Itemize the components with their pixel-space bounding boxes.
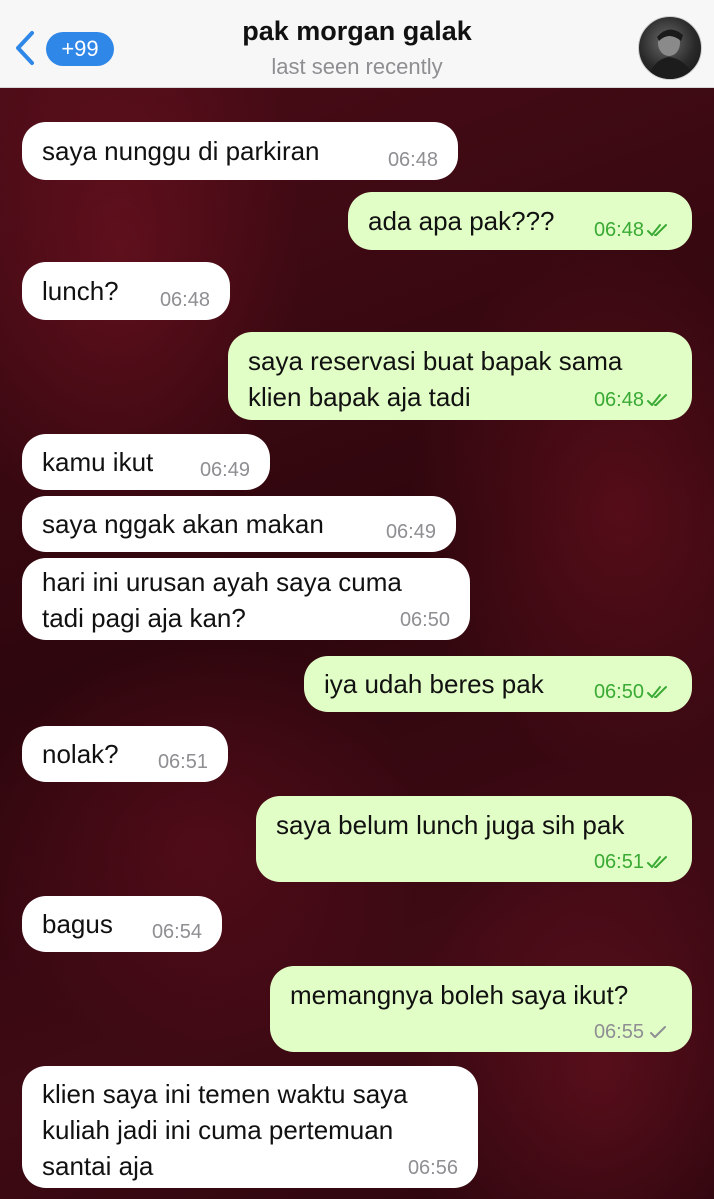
- message-time: 06:50: [594, 680, 672, 704]
- message-bubble-incoming[interactable]: saya nggak akan makan 06:49: [22, 496, 456, 552]
- message-time: 06:50: [399, 609, 450, 631]
- message-bubble-outgoing[interactable]: saya reservasi buat bapak sama klien bap…: [228, 332, 692, 420]
- unread-count-badge[interactable]: +99: [46, 32, 114, 66]
- message-time: 06:51: [594, 850, 672, 874]
- message-time: 06:48: [594, 218, 672, 242]
- message-bubble-incoming[interactable]: kamu ikut 06:49: [22, 434, 270, 490]
- message-time: 06:49: [385, 521, 436, 543]
- chat-title-area[interactable]: pak morgan galak last seen recently: [150, 14, 564, 82]
- back-button[interactable]: [10, 28, 40, 68]
- message-time: 06:48: [387, 149, 438, 171]
- message-time: 06:56: [407, 1157, 458, 1179]
- message-time: 06:55: [594, 1020, 672, 1044]
- message-bubble-incoming[interactable]: saya nunggu di parkiran 06:48: [22, 122, 458, 180]
- contact-name: pak morgan galak: [242, 16, 472, 46]
- avatar-image: [647, 29, 695, 79]
- message-bubble-incoming[interactable]: nolak? 06:51: [22, 726, 228, 782]
- single-check-icon: [650, 1026, 666, 1038]
- message-bubble-incoming[interactable]: bagus 06:54: [22, 896, 222, 952]
- message-bubble-outgoing[interactable]: saya belum lunch juga sih pak 06:51: [256, 796, 692, 882]
- double-check-icon: [647, 224, 667, 236]
- message-list[interactable]: saya nunggu di parkiran 06:48 ada apa pa…: [0, 88, 714, 1199]
- message-text: saya nunggu di parkiran: [42, 136, 320, 166]
- message-text: klien saya ini temen waktu saya kuliah j…: [42, 1079, 408, 1181]
- contact-status: last seen recently: [271, 54, 443, 79]
- message-text: saya belum lunch juga sih pak: [276, 810, 625, 840]
- message-text: hari ini urusan ayah saya cuma tadi pagi…: [42, 567, 402, 633]
- message-bubble-incoming[interactable]: klien saya ini temen waktu saya kuliah j…: [22, 1066, 478, 1188]
- message-time: 06:49: [199, 459, 250, 481]
- chat-header: +99 pak morgan galak last seen recently: [0, 0, 714, 88]
- double-check-icon: [647, 856, 667, 868]
- chevron-left-icon: [16, 31, 34, 65]
- message-bubble-outgoing[interactable]: iya udah beres pak 06:50: [304, 656, 692, 712]
- avatar[interactable]: [638, 16, 702, 80]
- message-time: 06:51: [157, 751, 208, 773]
- double-check-icon: [647, 394, 667, 406]
- message-bubble-incoming[interactable]: hari ini urusan ayah saya cuma tadi pagi…: [22, 558, 470, 640]
- message-bubble-incoming[interactable]: lunch? 06:48: [22, 262, 230, 320]
- message-time: 06:54: [151, 921, 202, 943]
- message-bubble-outgoing[interactable]: ada apa pak??? 06:48: [348, 192, 692, 250]
- message-text: saya nggak akan makan: [42, 509, 324, 539]
- message-text: memangnya boleh saya ikut?: [290, 980, 629, 1010]
- double-check-icon: [647, 686, 667, 698]
- message-bubble-outgoing[interactable]: memangnya boleh saya ikut? 06:55: [270, 966, 692, 1052]
- message-time: 06:48: [594, 388, 672, 412]
- message-time: 06:48: [159, 289, 210, 311]
